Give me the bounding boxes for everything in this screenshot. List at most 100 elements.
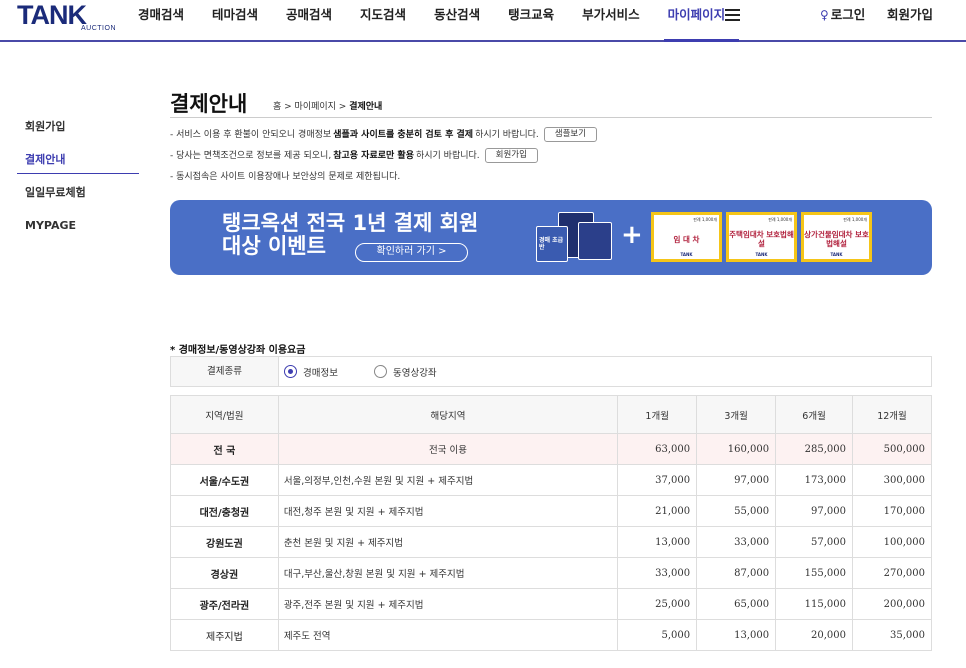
breadcrumb-path: 홈 > 마이페이지 > [273,102,350,112]
book-stack-image: 경매 초급반 [536,212,614,262]
area-cell: 대구,부산,울산,창원 본원 및 지원 + 제주지법 [277,557,619,589]
nav-theme-search[interactable]: 테마검색 [212,0,258,40]
notice-list: - 서비스 이용 후 환불이 안되오니 경매정보 샘플과 사이트를 충분히 검토… [170,124,932,187]
region-cell: 제주지법 [170,619,279,651]
pricing-table: 지역/법원 해당지역 1개월 3개월 6개월 12개월 전 국 전국 이용 63… [170,395,932,651]
payment-type-label: 결제종류 [171,357,279,386]
col-header-6month: 6개월 [775,395,854,434]
col-header-1month: 1개월 [617,395,698,434]
sidebar-item-free-trial[interactable]: 일일무료체험 [17,182,139,215]
col-header-area: 해당지역 [277,395,619,434]
notice-bold: 참고용 자료로만 활용 [333,150,414,161]
price-12month: 500,000 [852,433,932,465]
top-header: TANK AUCTION 경매검색 테마검색 공매검색 지도검색 동산검색 탱크… [0,0,966,42]
col-header-region: 지역/법원 [170,395,279,434]
banner-check-button[interactable]: 확인하러 가기 > [355,243,468,262]
housing-lease-law-card: 판례 1,000개 주택임대차 보호법해설 TANK [726,212,797,262]
table-row: 대전/충청권 대전,청주 본원 및 지원 + 제주지법 21,000 55,00… [170,495,932,527]
notice-refund: - 서비스 이용 후 환불이 안되오니 경매정보 샘플과 사이트를 충분히 검토… [170,124,932,145]
notice-bold: 샘플과 사이트를 충분히 검토 후 결제 [333,129,474,140]
price-3month: 13,000 [696,619,777,651]
nav-extra-services[interactable]: 부가서비스 [582,0,640,40]
price-12month: 35,000 [852,619,932,651]
area-cell: 제주도 전역 [277,619,619,651]
price-1month: 33,000 [617,557,698,589]
book-title: 경매 초급반 [539,237,564,251]
price-3month: 55,000 [696,495,777,527]
area-cell: 대전,청주 본원 및 지원 + 제주지법 [277,495,619,527]
notice-text: 하시기 바랍니다. [415,150,480,161]
notice-text: - 당사는 면책조건으로 정보를 제공 되오니, [170,150,332,161]
table-row: 제주지법 제주도 전역 5,000 13,000 20,000 35,000 [170,619,932,651]
plus-icon: + [621,220,643,250]
card-title: 임 대 차 [673,235,700,244]
login-label: 로그인 [830,7,866,22]
radio-checked-icon[interactable] [284,365,297,378]
price-6month: 20,000 [775,619,854,651]
main-nav: 경매검색 테마검색 공매검색 지도검색 동산검색 탱크교육 부가서비스 마이페이… [138,0,753,42]
price-12month: 100,000 [852,526,932,558]
price-6month: 173,000 [775,464,854,496]
sidebar: 회원가입 결제안내 일일무료체험 MYPAGE [17,116,139,248]
logo-sub: AUCTION [81,25,116,32]
notice-disclaimer: - 당사는 면책조건으로 정보를 제공 되오니, 참고용 자료로만 활용 하시기… [170,145,932,166]
area-cell: 광주,전주 본원 및 지원 + 제주지법 [277,588,619,620]
radio-video-lecture[interactable]: 동영상강좌 [373,365,437,379]
payment-type-radio-group: 경매정보 동영상강좌 [279,357,473,386]
signup-button[interactable]: 회원가입 [484,148,538,163]
price-3month: 97,000 [696,464,777,496]
nav-education[interactable]: 탱크교육 [508,0,554,40]
banner-title-line1: 탱크옥션 전국 1년 결제 회원 [222,211,479,235]
nav-map-search[interactable]: 지도검색 [360,0,406,40]
nav-public-auction-search[interactable]: 공매검색 [286,0,332,40]
card-brand: TANK [830,252,843,257]
price-1month: 63,000 [617,433,698,465]
sidebar-item-payment-guide[interactable]: 결제안내 [17,149,139,174]
sidebar-item-mypage[interactable]: MYPAGE [17,215,139,248]
nav-mypage[interactable]: 마이페이지 [663,0,739,42]
breadcrumb-current: 결제안내 [349,102,383,112]
sidebar-item-signup[interactable]: 회원가입 [17,116,139,149]
price-1month: 5,000 [617,619,698,651]
login-link[interactable]: ♀︎ 로그인 [820,0,865,30]
commercial-lease-law-card: 판례 1,000개 상가건물임대차 보호법해설 TANK [801,212,872,262]
pricing-section-title: * 경매정보/동영상강좌 이용요금 [170,341,305,356]
table-row: 광주/전라권 광주,전주 본원 및 지원 + 제주지법 25,000 65,00… [170,588,932,620]
price-12month: 170,000 [852,495,932,527]
radio-unchecked-icon[interactable] [373,365,387,378]
nav-movable-search[interactable]: 동산검색 [434,0,480,40]
price-1month: 21,000 [617,495,698,527]
payment-type-row: 결제종류 경매정보 동영상강좌 [170,356,932,387]
region-cell: 서울/수도권 [170,464,279,496]
table-row: 경상권 대구,부산,울산,창원 본원 및 지원 + 제주지법 33,000 87… [170,557,932,589]
region-cell: 대전/충청권 [170,495,279,527]
event-banner[interactable]: 탱크옥션 전국 1년 결제 회원 대상 이벤트 확인하러 가기 > 경매 초급반… [170,200,932,275]
area-cell: 서울,의정부,인천,수원 본원 및 지원 + 제주지법 [277,464,619,496]
tank-auction-logo[interactable]: TANK AUCTION [17,0,116,38]
price-6month: 115,000 [775,588,854,620]
title-row: 결제안내 홈 > 마이페이지 > 결제안내 [170,88,932,118]
table-row: 강원도권 춘천 본원 및 지원 + 제주지법 13,000 33,000 57,… [170,526,932,558]
region-cell: 전 국 [170,433,279,465]
sample-view-button[interactable]: 샘플보기 [543,127,598,142]
price-12month: 270,000 [852,557,932,589]
radio-label: 동영상강좌 [392,367,437,379]
page-title: 결제안내 [170,92,248,116]
region-cell: 강원도권 [170,526,279,558]
price-1month: 37,000 [617,464,698,496]
radio-auction-info[interactable]: 경매정보 [284,365,338,379]
signup-link[interactable]: 회원가입 [887,0,933,30]
notice-text: - 서비스 이용 후 환불이 안되오니 경매정보 [170,129,332,140]
price-3month: 160,000 [696,433,777,465]
card-title: 상가건물임대차 보호법해설 [804,230,869,248]
nav-auction-search[interactable]: 경매검색 [138,0,184,40]
asterisk-icon: * [170,345,179,356]
logo-word: TANK [17,0,87,30]
card-brand: TANK [680,252,693,257]
lease-law-card: 판례 1,000개임 대 차 TANK [651,212,722,262]
hamburger-menu-icon[interactable] [725,9,740,21]
price-6month: 155,000 [775,557,854,589]
table-header-row: 지역/법원 해당지역 1개월 3개월 6개월 12개월 [170,395,932,434]
user-icon: ♀︎ [820,8,829,22]
card-tag: 판례 1,000개 [693,217,717,222]
